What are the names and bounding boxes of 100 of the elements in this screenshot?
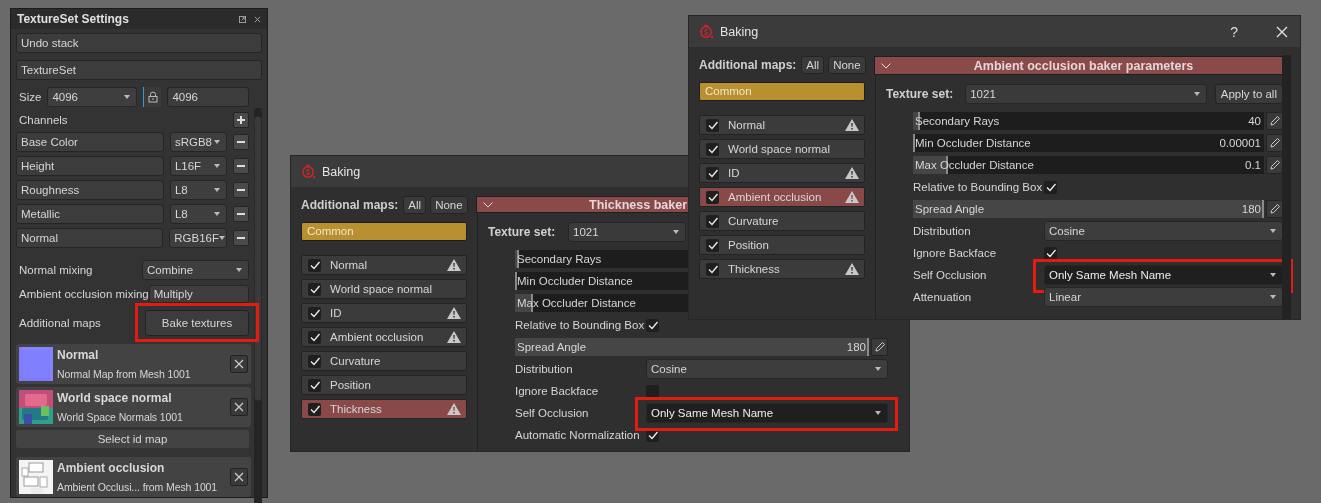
- remove-map-button[interactable]: [230, 355, 248, 373]
- none-button[interactable]: None: [828, 56, 866, 74]
- param-dropdown[interactable]: Linear: [1044, 287, 1283, 307]
- undo-stack-field[interactable]: Undo stack: [16, 33, 262, 53]
- map-item[interactable]: Curvature: [301, 351, 467, 371]
- all-button[interactable]: All: [801, 56, 825, 74]
- format-dropdown[interactable]: L8: [169, 180, 228, 200]
- remove-map-button[interactable]: [230, 468, 248, 486]
- format-dropdown[interactable]: L16F: [169, 156, 228, 176]
- checkbox[interactable]: [706, 142, 719, 156]
- section-header[interactable]: Thickness baker: [476, 196, 690, 213]
- checkbox[interactable]: [706, 166, 719, 180]
- checkbox[interactable]: [308, 306, 321, 320]
- map-item[interactable]: Ambient occlusion: [699, 187, 865, 207]
- remove-button[interactable]: [233, 206, 249, 222]
- param-dropdown[interactable]: Cosine: [1044, 221, 1283, 241]
- remove-button[interactable]: [233, 158, 249, 174]
- size-dropdown[interactable]: 4096: [47, 87, 138, 107]
- help-button[interactable]: ?: [1230, 23, 1238, 40]
- map-item[interactable]: Ambient occlusion: [301, 327, 467, 347]
- param-dropdown[interactable]: Cosine: [646, 359, 888, 379]
- slider-track[interactable]: Min Occluder Distance 0.00001: [913, 134, 1264, 152]
- map-item[interactable]: Normal: [301, 255, 467, 275]
- checkbox[interactable]: [646, 318, 659, 332]
- map-item[interactable]: Normal: [699, 115, 865, 135]
- slider-value: 180: [1241, 203, 1261, 215]
- caret-icon: [1270, 229, 1276, 233]
- format-dropdown[interactable]: RGB16F: [169, 228, 228, 248]
- format-dropdown[interactable]: sRGB8: [169, 132, 228, 152]
- normal-mixing-dropdown[interactable]: Combine: [142, 260, 249, 280]
- map-item[interactable]: World space normal: [699, 139, 865, 159]
- slider-track[interactable]: Spread Angle 180: [913, 200, 1264, 218]
- checkbox[interactable]: [646, 384, 659, 398]
- channel-name-field[interactable]: Height: [16, 156, 164, 176]
- add-button[interactable]: [233, 112, 249, 128]
- checkbox[interactable]: [308, 330, 321, 344]
- map-item[interactable]: Position: [699, 235, 865, 255]
- map-name: Position: [330, 379, 372, 391]
- app-logo-icon: [699, 24, 714, 39]
- select-id-map-button[interactable]: Select id map: [16, 430, 249, 448]
- slider-track[interactable]: Spread Angle 180: [515, 338, 869, 356]
- scrollbar[interactable]: [1282, 55, 1291, 319]
- edit-button[interactable]: [871, 338, 888, 356]
- map-card[interactable]: World space normal World Space Normals 1001: [16, 387, 251, 427]
- channel-name-field[interactable]: Roughness: [16, 180, 164, 200]
- texture-set-field[interactable]: TextureSet: [16, 60, 262, 80]
- checkbox[interactable]: [308, 402, 321, 416]
- texture-set-dropdown[interactable]: 1021: [965, 84, 1207, 104]
- map-card[interactable]: Normal Normal Map from Mesh 1001: [16, 344, 251, 384]
- bake-textures-button[interactable]: Bake textures: [145, 310, 249, 336]
- close-icon[interactable]: [254, 15, 261, 23]
- remove-button[interactable]: [233, 134, 249, 150]
- map-name: World space normal: [728, 143, 832, 155]
- param-label: Self Occlusion: [913, 269, 988, 281]
- map-name: Ambient occlusion: [330, 331, 425, 343]
- checkbox[interactable]: [706, 214, 719, 228]
- lock-button[interactable]: [143, 87, 162, 107]
- checkbox[interactable]: [308, 282, 321, 296]
- all-button[interactable]: All: [403, 196, 427, 214]
- checkbox[interactable]: [308, 378, 321, 392]
- param-dropdown[interactable]: Only Same Mesh Name: [1044, 265, 1283, 285]
- checkbox[interactable]: [1044, 180, 1057, 194]
- checkbox[interactable]: [706, 238, 719, 252]
- ao-mixing-dropdown[interactable]: Multiply: [148, 285, 249, 303]
- size-field[interactable]: 4096: [167, 87, 249, 107]
- slider-track[interactable]: Min Occluder Distance: [515, 272, 690, 290]
- undock-icon[interactable]: [239, 15, 246, 23]
- checkbox[interactable]: [706, 118, 719, 132]
- channel-name-field[interactable]: Base Color: [16, 132, 164, 152]
- param-dropdown[interactable]: Only Same Mesh Name: [646, 403, 888, 423]
- checkbox[interactable]: [308, 354, 321, 368]
- param-label: Relative to Bounding Box: [515, 319, 644, 331]
- remove-button[interactable]: [233, 230, 249, 246]
- map-item[interactable]: ID: [301, 303, 467, 323]
- map-item[interactable]: Position: [301, 375, 467, 395]
- none-button[interactable]: None: [430, 196, 468, 214]
- apply-to-all-button[interactable]: Apply to all: [1214, 84, 1283, 104]
- chevron-icon: [483, 201, 493, 208]
- map-card[interactable]: Ambient occlusion Ambient Occlusi... from Mesh 1001: [16, 457, 251, 497]
- texture-set-dropdown[interactable]: 1021: [568, 222, 686, 242]
- checkbox[interactable]: [706, 262, 719, 276]
- map-item[interactable]: Curvature: [699, 211, 865, 231]
- remove-button[interactable]: [233, 182, 249, 198]
- checkbox[interactable]: [1044, 246, 1057, 260]
- map-item[interactable]: World space normal: [301, 279, 467, 299]
- section-header[interactable]: Ambient occlusion baker parameters: [874, 56, 1283, 75]
- channel-name-field[interactable]: Normal: [16, 228, 164, 248]
- scrollbar[interactable]: [254, 108, 262, 503]
- slider-track[interactable]: Max Occluder Distance: [515, 294, 690, 312]
- map-item[interactable]: Thickness: [699, 259, 865, 279]
- checkmark-icon: [646, 319, 659, 331]
- pencil-icon: [1268, 159, 1281, 171]
- map-item[interactable]: Thickness: [301, 399, 467, 419]
- format-dropdown[interactable]: L8: [169, 204, 228, 224]
- checkbox[interactable]: [308, 258, 321, 272]
- checkbox[interactable]: [706, 190, 719, 204]
- map-item[interactable]: ID: [699, 163, 865, 183]
- caret-icon: [875, 367, 881, 371]
- channel-name-field[interactable]: Metallic: [16, 204, 164, 224]
- remove-map-button[interactable]: [230, 398, 248, 416]
